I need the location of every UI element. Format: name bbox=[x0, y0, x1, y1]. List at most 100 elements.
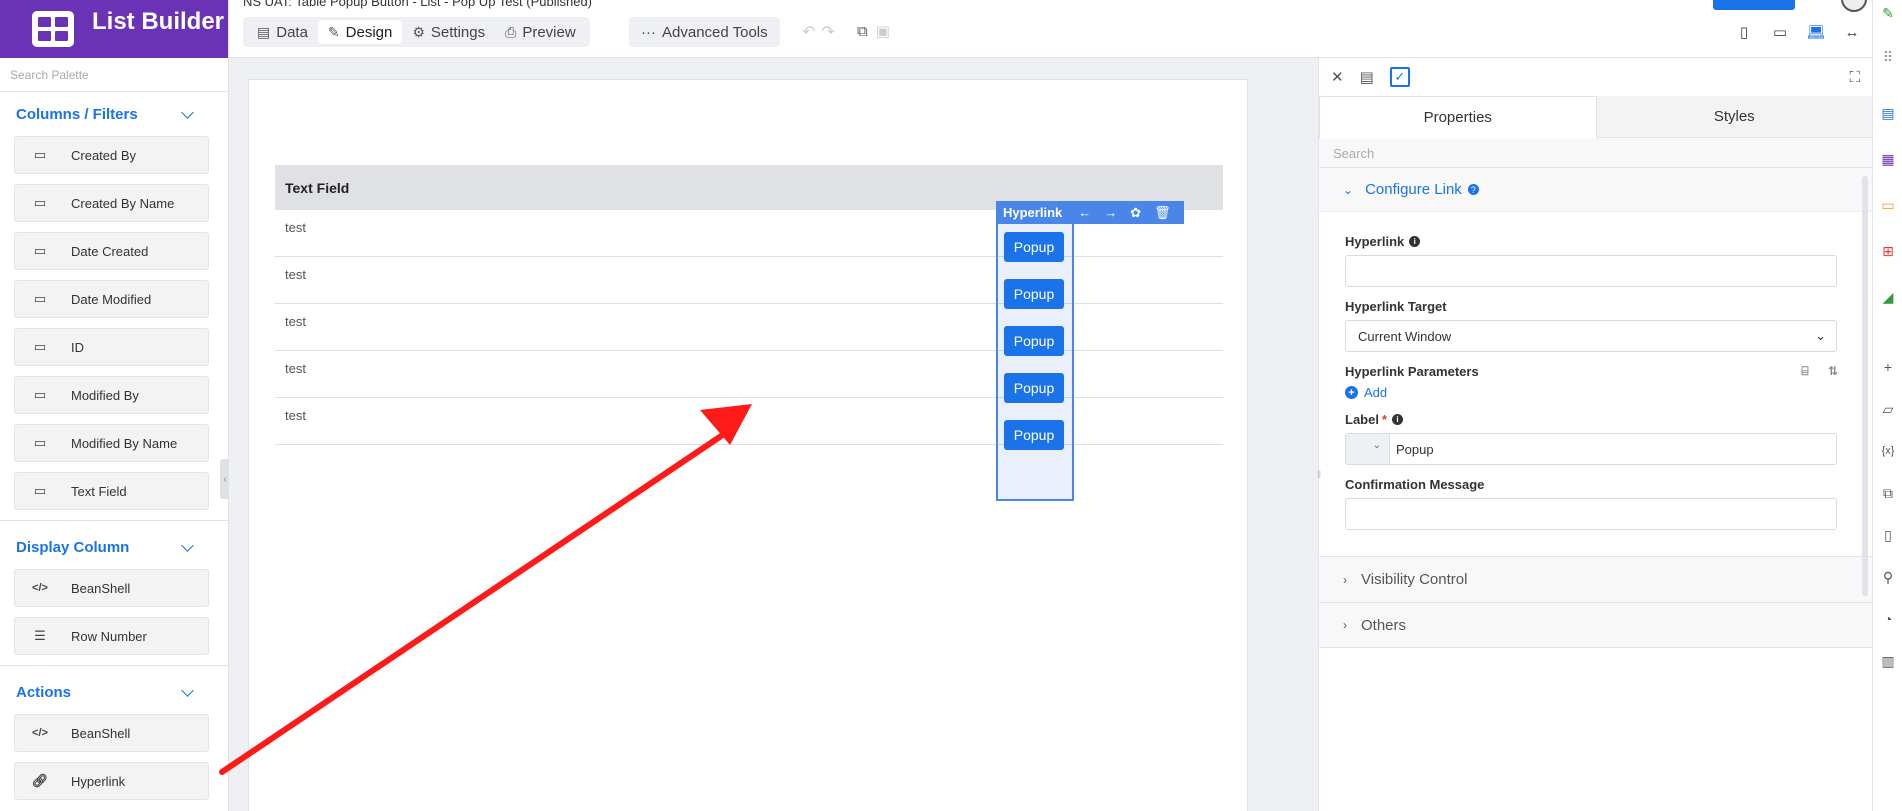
avatar[interactable] bbox=[1841, 0, 1867, 12]
arrow-right-icon[interactable]: → bbox=[1104, 205, 1117, 220]
table-cell: test bbox=[285, 267, 306, 282]
chevron-right-icon: › bbox=[1343, 618, 1347, 632]
plugin-icon[interactable]: ⚲ bbox=[1879, 568, 1897, 586]
publish-button[interactable] bbox=[1713, 0, 1795, 10]
palette-item[interactable]: ▭ Created By Name bbox=[14, 184, 209, 222]
properties-scrollbar[interactable] bbox=[1862, 176, 1868, 596]
popup-button[interactable]: Popup bbox=[1004, 373, 1064, 403]
undo-icon[interactable]: ↶ bbox=[802, 24, 821, 41]
chevron-down-icon[interactable] bbox=[181, 106, 194, 119]
palette-item[interactable]: </> BeanShell bbox=[14, 569, 209, 607]
chevron-down-icon[interactable] bbox=[181, 684, 194, 697]
column-label: Hyperlink bbox=[1003, 205, 1063, 220]
palette-item[interactable]: ▭ Date Modified bbox=[14, 280, 209, 318]
properties-search-input[interactable]: Search bbox=[1319, 138, 1872, 168]
palette-style-icon[interactable]: ✿ bbox=[1130, 205, 1141, 221]
tab-design[interactable]: ✎ Design bbox=[317, 20, 403, 44]
design-icon: ✎ bbox=[327, 23, 340, 40]
palette-search-input[interactable]: Search Palette bbox=[0, 58, 228, 92]
palette-item[interactable]: ▭ Modified By bbox=[14, 376, 209, 414]
palette-item[interactable]: ☰ Row Number bbox=[14, 617, 209, 655]
visibility-control-group[interactable]: › Visibility Control bbox=[1319, 556, 1872, 602]
expand-width-icon[interactable]: ↔ bbox=[1842, 22, 1862, 42]
edit-icon[interactable]: ✎ bbox=[1879, 4, 1897, 22]
variable-icon[interactable]: {x} bbox=[1879, 442, 1897, 460]
palette-item[interactable]: </> BeanShell bbox=[14, 714, 209, 752]
info-icon[interactable]: i bbox=[1392, 414, 1404, 425]
drag-handle-icon[interactable]: ⠿ bbox=[1879, 48, 1897, 66]
popup-button[interactable]: Popup bbox=[1004, 232, 1064, 262]
add-parameter-button[interactable]: + Add bbox=[1345, 385, 1846, 400]
palette-item[interactable]: ▭ Modified By Name bbox=[14, 424, 209, 462]
redo-icon[interactable]: ↷ bbox=[821, 24, 840, 41]
process-icon[interactable]: ⊞ bbox=[1879, 242, 1897, 260]
monitor-icon[interactable]: ▭ bbox=[1879, 196, 1897, 214]
phone-icon[interactable]: ▯ bbox=[1734, 22, 1754, 42]
copy-paste-buttons[interactable]: ⧉▣ bbox=[857, 22, 898, 40]
section-display-column[interactable]: Display Column bbox=[0, 525, 228, 569]
paint-icon[interactable]: ◢ bbox=[1879, 288, 1897, 306]
table-cell: test bbox=[285, 314, 306, 329]
palette-item[interactable]: ▭ Created By bbox=[14, 136, 209, 174]
gauge-icon[interactable]: ◔ bbox=[1879, 610, 1897, 628]
divider bbox=[0, 520, 228, 521]
table-row[interactable]: test bbox=[275, 304, 1223, 351]
palette-item[interactable]: ▭ Text Field bbox=[14, 472, 209, 510]
file-icon[interactable]: ▯ bbox=[1879, 526, 1897, 544]
tab-settings[interactable]: ⚙ Settings bbox=[402, 17, 495, 47]
chevron-down-icon[interactable] bbox=[181, 539, 194, 552]
popup-button[interactable]: Popup bbox=[1004, 420, 1064, 450]
table-icon[interactable]: ▦ bbox=[1879, 150, 1897, 168]
undo-redo-buttons[interactable]: ↶↷ bbox=[802, 22, 841, 42]
table-row[interactable]: test bbox=[275, 257, 1223, 304]
language-dropdown[interactable]: ⌄ bbox=[1346, 434, 1390, 464]
arrow-left-icon[interactable]: ← bbox=[1078, 205, 1091, 220]
form-icon[interactable]: ▤ bbox=[1360, 68, 1374, 86]
table-row[interactable]: test bbox=[275, 351, 1223, 398]
section-actions[interactable]: Actions bbox=[0, 670, 228, 714]
tab-properties[interactable]: Properties bbox=[1319, 96, 1597, 138]
close-icon[interactable]: ✕ bbox=[1331, 68, 1344, 86]
palette-item[interactable]: ▭ Date Created bbox=[14, 232, 209, 270]
tab-styles[interactable]: Styles bbox=[1596, 96, 1872, 138]
fullscreen-icon[interactable]: ⛶ bbox=[1849, 69, 1860, 86]
selected-hyperlink-column[interactable] bbox=[996, 222, 1074, 501]
trash-icon[interactable]: 🗑︎ bbox=[1154, 205, 1171, 221]
popup-button[interactable]: Popup bbox=[1004, 279, 1064, 309]
popup-button[interactable]: Popup bbox=[1004, 326, 1064, 356]
paste-icon[interactable]: ▣ bbox=[876, 23, 898, 40]
copy-icon[interactable]: ⧉ bbox=[857, 23, 876, 40]
design-canvas: Text Field test test test test test Hyperlin… bbox=[229, 58, 1318, 811]
table-row[interactable]: test bbox=[275, 398, 1223, 445]
configure-link-group[interactable]: ⌄ Configure Link ? bbox=[1319, 168, 1872, 212]
info-icon[interactable]: i bbox=[1409, 236, 1421, 247]
translate-icon[interactable]: ⧉ bbox=[1879, 484, 1897, 502]
side-tool-strip: ✎ ⠿ ▤ ▦ ▭ ⊞ ◢ + ▱ {x} ⧉ ▯ ⚲ ◔ ▥ bbox=[1872, 0, 1902, 811]
palette-item[interactable]: 🔗︎ Hyperlink bbox=[14, 762, 209, 800]
label-input[interactable]: Popup bbox=[1390, 434, 1836, 464]
tab-data[interactable]: ▤ Data bbox=[247, 17, 318, 47]
properties-panel: ✕ ▤ ✓ ⛶ Properties Styles Search ⌄ Confi… bbox=[1318, 58, 1872, 811]
hyperlink-input[interactable] bbox=[1345, 255, 1837, 287]
section-columns-filters[interactable]: Columns / Filters bbox=[0, 92, 228, 136]
help-icon[interactable]: ? bbox=[1467, 184, 1479, 195]
checkbox-icon[interactable]: ✓ bbox=[1389, 67, 1410, 87]
document-icon[interactable]: ▤ bbox=[1879, 104, 1897, 122]
palette-item[interactable]: ▭ ID bbox=[14, 328, 209, 366]
plus-icon[interactable]: + bbox=[1879, 358, 1897, 376]
tablet-icon[interactable]: ▭ bbox=[1770, 22, 1790, 42]
tab-preview[interactable]: ⎙ Preview bbox=[495, 17, 586, 47]
hyperlink-target-select[interactable]: Current Window ⌄ bbox=[1345, 320, 1837, 352]
hyperlink-label: Hyperlink i bbox=[1345, 234, 1846, 249]
advanced-tools-button[interactable]: ··· Advanced Tools bbox=[629, 17, 780, 47]
label-input-group: ⌄ Popup bbox=[1345, 433, 1837, 465]
confirmation-message-input[interactable] bbox=[1345, 498, 1837, 530]
others-group[interactable]: › Others bbox=[1319, 602, 1872, 648]
canvas-page: Text Field test test test test test bbox=[248, 79, 1248, 811]
note-icon[interactable]: ▱ bbox=[1879, 400, 1897, 418]
resize-handle[interactable]: ‖ bbox=[1317, 470, 1321, 481]
data-icon: ▤ bbox=[257, 23, 271, 40]
param-tools-icons[interactable]: ⌸ ⇅ bbox=[1801, 364, 1846, 379]
book-icon[interactable]: ▥ bbox=[1879, 652, 1897, 670]
laptop-icon[interactable]: 💻︎ bbox=[1806, 22, 1826, 42]
